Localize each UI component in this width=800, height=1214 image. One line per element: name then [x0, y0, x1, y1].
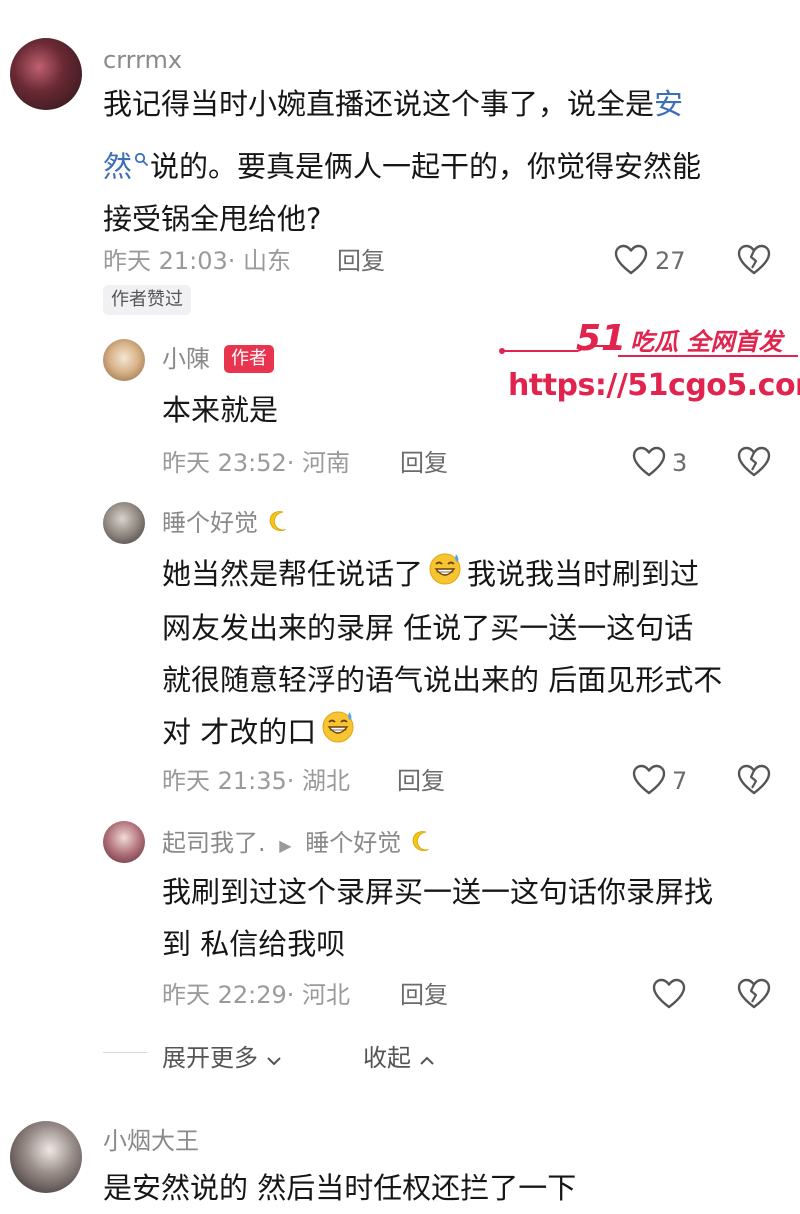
author-liked-badge: 作者赞过: [103, 285, 191, 315]
moon-icon: [409, 829, 433, 860]
comment-meta: 昨天 21:03· 山东: [103, 247, 292, 275]
grinning-sweat-emoji: [320, 708, 356, 760]
watermark: 51 吃瓜 全网首发 https://51cgo5.com: [498, 318, 800, 412]
heart-outline-icon[interactable]: [632, 446, 666, 478]
grinning-sweat-emoji: [427, 550, 463, 602]
like-count: 7: [672, 767, 688, 795]
reply-button[interactable]: 回复: [337, 246, 385, 276]
dislike-broken-heart-icon[interactable]: [737, 764, 771, 796]
reply-to-arrow: ▶: [279, 836, 292, 855]
avatar[interactable]: [103, 821, 145, 863]
reply-text: 本来就是: [162, 393, 279, 427]
avatar[interactable]: [103, 502, 145, 544]
reply-meta: 昨天 23:52· 河南: [162, 449, 351, 477]
expand-more-button[interactable]: 展开更多: [162, 1038, 282, 1073]
heart-outline-icon[interactable]: [614, 244, 648, 276]
dislike-broken-heart-icon[interactable]: [737, 978, 771, 1010]
heart-outline-icon[interactable]: [652, 978, 686, 1010]
chevron-up-icon: [419, 1045, 435, 1073]
like-count: 3: [672, 449, 688, 477]
reply-text: 她当然是帮任说话了 我说我当时刷到过 网友发出来的录屏 任说了买一送一这句话 就很…: [162, 548, 782, 760]
like-count: 27: [655, 247, 686, 275]
reply-button[interactable]: 回复: [400, 448, 448, 478]
reply-username[interactable]: 起司我了. ▶ 睡个好觉: [162, 828, 433, 861]
watermark-brand-number: 51: [576, 318, 627, 359]
reply-meta: 昨天 22:29· 河北: [162, 981, 351, 1009]
search-link[interactable]: 安: [654, 87, 683, 121]
reply-text: 我刷到过这个录屏买一送一这句话你录屏找 到 私信给我呗: [162, 875, 714, 961]
watermark-brand-text: 吃瓜 全网首发: [630, 328, 783, 356]
comment-text: 是安然说的 然后当时任权还拦了一下: [103, 1171, 577, 1205]
dislike-broken-heart-icon[interactable]: [737, 244, 771, 276]
avatar[interactable]: [103, 339, 145, 381]
comment-username[interactable]: crrrmx: [103, 45, 182, 75]
heart-outline-icon[interactable]: [632, 764, 666, 796]
search-icon[interactable]: [134, 130, 148, 182]
thread-divider: [103, 1052, 147, 1053]
comment-text: 我记得当时小婉直播还说这个事了，说全是安 然说的。要真是俩人一起干的，你觉得安然…: [103, 87, 702, 236]
reply-button[interactable]: 回复: [397, 766, 445, 796]
watermark-url: https://51cgo5.com: [508, 368, 800, 403]
chevron-down-icon: [266, 1045, 282, 1073]
search-link[interactable]: 然: [103, 150, 132, 184]
reply-meta: 昨天 21:35· 湖北: [162, 767, 351, 795]
comment-username[interactable]: 小烟大王: [103, 1126, 199, 1156]
collapse-button[interactable]: 收起: [363, 1038, 435, 1073]
reply-username[interactable]: 小陳: [162, 344, 210, 374]
reply-to-username[interactable]: 睡个好觉: [305, 829, 401, 857]
dislike-broken-heart-icon[interactable]: [737, 446, 771, 478]
avatar[interactable]: [10, 1121, 82, 1193]
moon-icon: [266, 509, 290, 540]
avatar[interactable]: [10, 38, 82, 110]
reply-username[interactable]: 睡个好觉: [162, 508, 290, 540]
author-badge: 作者: [224, 345, 274, 373]
reply-button[interactable]: 回复: [400, 980, 448, 1010]
